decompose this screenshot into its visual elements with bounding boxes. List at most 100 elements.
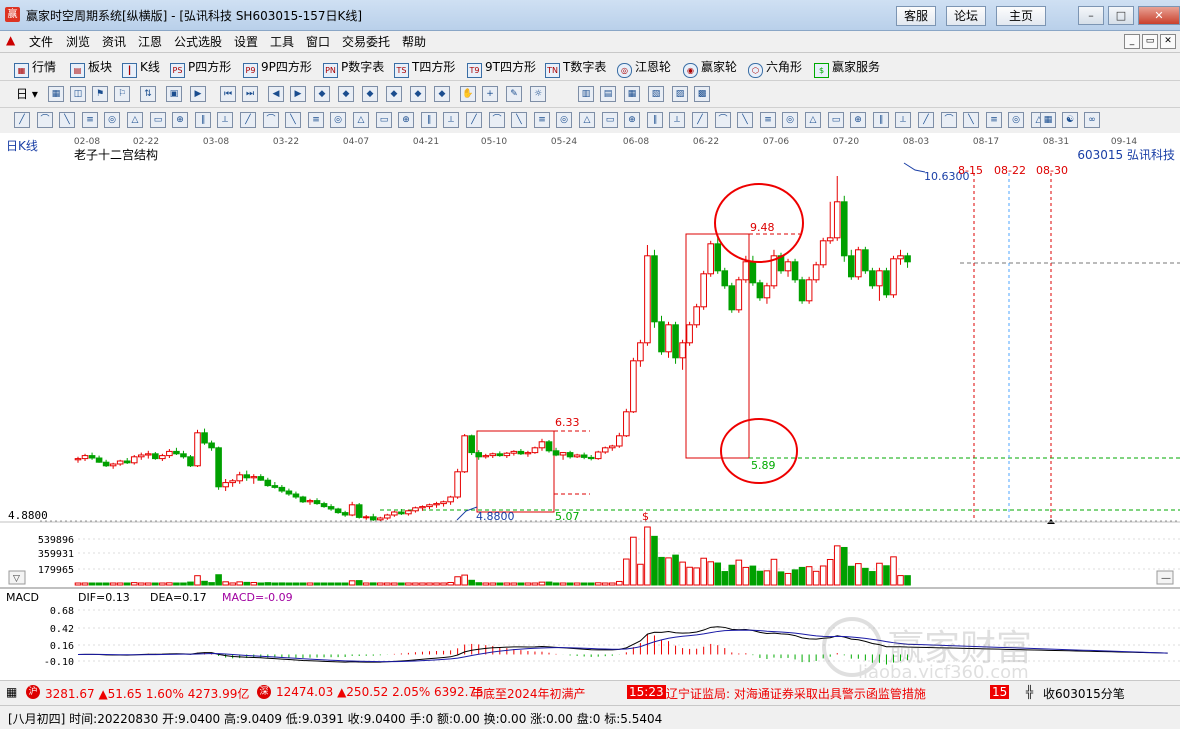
chart-tool-9-icon[interactable]: ◀ bbox=[268, 86, 284, 102]
draw-tool-6-icon[interactable]: ▭ bbox=[150, 112, 166, 128]
toolbar-9p-square[interactable]: P9 9P四方形 bbox=[243, 58, 312, 78]
chart-tool-3-icon[interactable]: ⚐ bbox=[114, 86, 130, 102]
menu-news[interactable]: 资讯 bbox=[102, 33, 126, 50]
chart-tool-10-icon[interactable]: ▶ bbox=[290, 86, 306, 102]
chart-tool-0-icon[interactable]: ▦ bbox=[48, 86, 64, 102]
close-button[interactable]: ✕ bbox=[1138, 6, 1180, 25]
draw-tool-7-icon[interactable]: ⊕ bbox=[172, 112, 188, 128]
chart-tool-25-icon[interactable]: ▨ bbox=[672, 86, 688, 102]
chart-tool-2-icon[interactable]: ⚑ bbox=[92, 86, 108, 102]
draw-tool-42-icon[interactable]: ╲ bbox=[963, 112, 979, 128]
chart-tool-12-icon[interactable]: ◆ bbox=[338, 86, 354, 102]
mdi-minimize-icon[interactable]: _ bbox=[1124, 34, 1140, 49]
draw-tool-10-icon[interactable]: ╱ bbox=[240, 112, 256, 128]
home-button[interactable]: 主页 bbox=[996, 6, 1046, 26]
chart-tool-11-icon[interactable]: ◆ bbox=[314, 86, 330, 102]
toolbar-t-table[interactable]: TN T数字表 bbox=[545, 58, 606, 78]
period-select[interactable]: 日 ▾ bbox=[16, 85, 38, 102]
draw-tool-39-icon[interactable]: ⟂ bbox=[895, 112, 911, 128]
draw-tool-43-icon[interactable]: ≡ bbox=[986, 112, 1002, 128]
chart-tool-15-icon[interactable]: ◆ bbox=[410, 86, 426, 102]
draw-tool-24-icon[interactable]: ◎ bbox=[556, 112, 572, 128]
draw-tool-21-icon[interactable]: ⌒ bbox=[489, 112, 505, 128]
minimize-button[interactable]: – bbox=[1078, 6, 1104, 25]
draw-tool-27-icon[interactable]: ⊕ bbox=[624, 112, 640, 128]
draw-tool-32-icon[interactable]: ╲ bbox=[737, 112, 753, 128]
draw-tool-8-icon[interactable]: ∥ bbox=[195, 112, 211, 128]
panel-tool-2-icon[interactable]: ∞ bbox=[1084, 112, 1100, 128]
chart-tool-5-icon[interactable]: ▣ bbox=[166, 86, 182, 102]
draw-tool-18-icon[interactable]: ∥ bbox=[421, 112, 437, 128]
draw-tool-2-icon[interactable]: ╲ bbox=[59, 112, 75, 128]
chart-area[interactable]: 02-08 02-22 03-08 03-22 04-07 04-21 05-10 05-24… bbox=[0, 133, 1180, 683]
draw-tool-20-icon[interactable]: ╱ bbox=[466, 112, 482, 128]
chart-tool-8-icon[interactable]: ⏭ bbox=[242, 86, 258, 102]
toolbar-kline[interactable]: ┃ K线 bbox=[122, 58, 160, 78]
panel-tool-1-icon[interactable]: ☯ bbox=[1062, 112, 1078, 128]
draw-tool-19-icon[interactable]: ⟂ bbox=[443, 112, 459, 128]
toolbar-gann-wheel[interactable]: ◎ 江恩轮 bbox=[617, 58, 671, 78]
sh-index-text[interactable]: 3281.67 ▲51.65 1.60% 4273.99亿 bbox=[45, 685, 249, 702]
draw-tool-25-icon[interactable]: △ bbox=[579, 112, 595, 128]
panel-tool-0-icon[interactable]: ▦ bbox=[1040, 112, 1056, 128]
maximize-button[interactable]: □ bbox=[1108, 6, 1134, 25]
draw-tool-33-icon[interactable]: ≡ bbox=[760, 112, 776, 128]
chart-tool-14-icon[interactable]: ◆ bbox=[386, 86, 402, 102]
chart-tool-6-icon[interactable]: ▶ bbox=[190, 86, 206, 102]
forum-button[interactable]: 论坛 bbox=[946, 6, 986, 26]
menu-trade[interactable]: 交易委托 bbox=[342, 33, 390, 50]
draw-tool-14-icon[interactable]: ◎ bbox=[330, 112, 346, 128]
chart-tool-7-icon[interactable]: ⏮ bbox=[220, 86, 236, 102]
toolbar-hexagon[interactable]: ⬡ 六角形 bbox=[748, 58, 802, 78]
toolbar-winner-service[interactable]: $ 赢家服务 bbox=[814, 58, 880, 78]
kline-chart[interactable]: 02-08 02-22 03-08 03-22 04-07 04-21 05-10 05-24… bbox=[0, 133, 1180, 683]
draw-tool-1-icon[interactable]: ⌒ bbox=[37, 112, 53, 128]
chart-tool-4-icon[interactable]: ⇅ bbox=[140, 86, 156, 102]
draw-tool-30-icon[interactable]: ╱ bbox=[692, 112, 708, 128]
news-item-1[interactable]: 年底至2024年初满产 bbox=[471, 685, 586, 702]
draw-tool-15-icon[interactable]: △ bbox=[353, 112, 369, 128]
draw-tool-37-icon[interactable]: ⊕ bbox=[850, 112, 866, 128]
draw-tool-17-icon[interactable]: ⊕ bbox=[398, 112, 414, 128]
mdi-restore-icon[interactable]: ▭ bbox=[1142, 34, 1158, 49]
toolbar-winner-wheel[interactable]: ◉ 赢家轮 bbox=[683, 58, 737, 78]
chart-tool-21-icon[interactable]: ▥ bbox=[578, 86, 594, 102]
sz-index-text[interactable]: 12474.03 ▲250.52 2.05% 6392.75 bbox=[276, 685, 484, 699]
menu-file[interactable]: 文件 bbox=[29, 33, 53, 50]
draw-tool-41-icon[interactable]: ⌒ bbox=[941, 112, 957, 128]
menu-tools[interactable]: 工具 bbox=[270, 33, 294, 50]
draw-tool-3-icon[interactable]: ≡ bbox=[82, 112, 98, 128]
toolbar-9t-square[interactable]: T9 9T四方形 bbox=[467, 58, 536, 78]
draw-tool-31-icon[interactable]: ⌒ bbox=[715, 112, 731, 128]
draw-tool-36-icon[interactable]: ▭ bbox=[828, 112, 844, 128]
draw-tool-38-icon[interactable]: ∥ bbox=[873, 112, 889, 128]
chart-tool-17-icon[interactable]: ✋ bbox=[460, 86, 476, 102]
menu-window[interactable]: 窗口 bbox=[306, 33, 330, 50]
menu-settings[interactable]: 设置 bbox=[234, 33, 258, 50]
draw-tool-13-icon[interactable]: ≡ bbox=[308, 112, 324, 128]
menu-gann[interactable]: 江恩 bbox=[138, 33, 162, 50]
draw-tool-9-icon[interactable]: ⟂ bbox=[217, 112, 233, 128]
chart-tool-22-icon[interactable]: ▤ bbox=[600, 86, 616, 102]
draw-tool-29-icon[interactable]: ⟂ bbox=[669, 112, 685, 128]
ticker-grid-icon[interactable]: ▦ bbox=[6, 685, 17, 699]
draw-tool-40-icon[interactable]: ╱ bbox=[918, 112, 934, 128]
news-item-2[interactable]: 辽宁证监局: 对海通证券采取出具警示函监管措施 bbox=[666, 685, 926, 702]
chart-tool-19-icon[interactable]: ✎ bbox=[506, 86, 522, 102]
draw-tool-11-icon[interactable]: ⌒ bbox=[263, 112, 279, 128]
draw-tool-5-icon[interactable]: △ bbox=[127, 112, 143, 128]
chart-tool-1-icon[interactable]: ◫ bbox=[70, 86, 86, 102]
chart-tool-18-icon[interactable]: + bbox=[482, 86, 498, 102]
chart-tool-23-icon[interactable]: ▦ bbox=[624, 86, 640, 102]
service-button[interactable]: 客服 bbox=[896, 6, 936, 26]
toolbar-sectors[interactable]: ▤ 板块 bbox=[70, 58, 112, 78]
chart-tool-16-icon[interactable]: ◆ bbox=[434, 86, 450, 102]
draw-tool-26-icon[interactable]: ▭ bbox=[602, 112, 618, 128]
mdi-close-icon[interactable]: ✕ bbox=[1160, 34, 1176, 49]
toolbar-p-table[interactable]: PN P数字表 bbox=[323, 58, 384, 78]
draw-tool-16-icon[interactable]: ▭ bbox=[376, 112, 392, 128]
draw-tool-35-icon[interactable]: △ bbox=[805, 112, 821, 128]
draw-tool-0-icon[interactable]: ╱ bbox=[14, 112, 30, 128]
draw-tool-22-icon[interactable]: ╲ bbox=[511, 112, 527, 128]
chart-tool-26-icon[interactable]: ▩ bbox=[694, 86, 710, 102]
